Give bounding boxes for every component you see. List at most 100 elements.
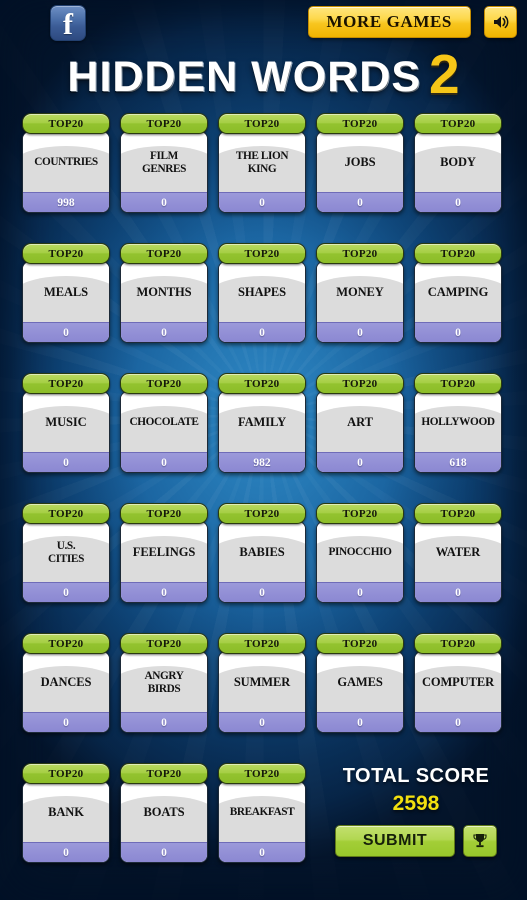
top20-badge[interactable]: TOP20 <box>218 373 306 394</box>
category-card-body[interactable]: BOATS 0 <box>120 781 208 863</box>
top20-badge[interactable]: TOP20 <box>218 243 306 264</box>
category-card[interactable]: TOP20 MEALS 0 <box>22 243 110 373</box>
top20-badge[interactable]: TOP20 <box>316 243 404 264</box>
category-card-body[interactable]: THE LION KING 0 <box>218 131 306 213</box>
top20-badge-label: TOP20 <box>342 637 378 650</box>
top20-badge[interactable]: TOP20 <box>414 243 502 264</box>
category-card[interactable]: TOP20 ANGRY BIRDS 0 <box>120 633 208 763</box>
top20-badge[interactable]: TOP20 <box>22 503 110 524</box>
top20-badge-label: TOP20 <box>244 507 280 520</box>
facebook-button[interactable]: f <box>50 5 86 41</box>
category-card-face: BREAKFAST <box>219 782 305 842</box>
submit-button-label: SUBMIT <box>362 832 428 849</box>
top20-badge[interactable]: TOP20 <box>218 503 306 524</box>
category-card[interactable]: TOP20 DANCES 0 <box>22 633 110 763</box>
category-title: ANGRY BIRDS <box>144 669 184 696</box>
category-card[interactable]: TOP20 CHOCOLATE 0 <box>120 373 208 503</box>
category-card[interactable]: TOP20 ART 0 <box>316 373 404 503</box>
category-card-body[interactable]: JOBS 0 <box>316 131 404 213</box>
category-card-body[interactable]: SHAPES 0 <box>218 261 306 343</box>
category-card-body[interactable]: CHOCOLATE 0 <box>120 391 208 473</box>
top20-badge[interactable]: TOP20 <box>316 373 404 394</box>
top20-badge[interactable]: TOP20 <box>316 633 404 654</box>
category-card[interactable]: TOP20 COMPUTER 0 <box>414 633 502 763</box>
category-card[interactable]: TOP20 MONTHS 0 <box>120 243 208 373</box>
category-card[interactable]: TOP20 MUSIC 0 <box>22 373 110 503</box>
category-card-body[interactable]: SUMMER 0 <box>218 651 306 733</box>
sound-toggle-button[interactable] <box>484 6 517 38</box>
top20-badge-label: TOP20 <box>48 117 84 130</box>
category-card[interactable]: TOP20 U.S. CITIES 0 <box>22 503 110 633</box>
category-card[interactable]: TOP20 COUNTRIES 998 <box>22 113 110 243</box>
top20-badge-label: TOP20 <box>146 377 182 390</box>
top20-badge[interactable]: TOP20 <box>414 633 502 654</box>
category-card-body[interactable]: GAMES 0 <box>316 651 404 733</box>
category-card[interactable]: TOP20 HOLLYWOOD 618 <box>414 373 502 503</box>
leaderboard-button[interactable] <box>463 825 497 857</box>
category-card-body[interactable]: MONEY 0 <box>316 261 404 343</box>
top20-badge[interactable]: TOP20 <box>120 243 208 264</box>
category-score-value: 0 <box>63 456 69 469</box>
category-card[interactable]: TOP20 GAMES 0 <box>316 633 404 763</box>
category-card-body[interactable]: BODY 0 <box>414 131 502 213</box>
category-card[interactable]: TOP20 WATER 0 <box>414 503 502 633</box>
top20-badge[interactable]: TOP20 <box>218 763 306 784</box>
top20-badge[interactable]: TOP20 <box>316 113 404 134</box>
top20-badge[interactable]: TOP20 <box>120 763 208 784</box>
category-card-body[interactable]: PINOCCHIO 0 <box>316 521 404 603</box>
category-card-body[interactable]: BREAKFAST 0 <box>218 781 306 863</box>
category-card[interactable]: TOP20 MONEY 0 <box>316 243 404 373</box>
top20-badge[interactable]: TOP20 <box>22 243 110 264</box>
category-card-body[interactable]: WATER 0 <box>414 521 502 603</box>
category-card-body[interactable]: ANGRY BIRDS 0 <box>120 651 208 733</box>
top20-badge[interactable]: TOP20 <box>120 113 208 134</box>
top20-badge-label: TOP20 <box>244 117 280 130</box>
top20-badge[interactable]: TOP20 <box>22 763 110 784</box>
category-card-body[interactable]: MUSIC 0 <box>22 391 110 473</box>
submit-button[interactable]: SUBMIT <box>335 825 455 857</box>
category-card-body[interactable]: HOLLYWOOD 618 <box>414 391 502 473</box>
category-card-body[interactable]: MEALS 0 <box>22 261 110 343</box>
category-card-body[interactable]: FAMILY 982 <box>218 391 306 473</box>
category-card-body[interactable]: U.S. CITIES 0 <box>22 521 110 603</box>
category-card[interactable]: TOP20 THE LION KING 0 <box>218 113 306 243</box>
top20-badge[interactable]: TOP20 <box>120 633 208 654</box>
top20-badge[interactable]: TOP20 <box>316 503 404 524</box>
category-card-face: SUMMER <box>219 652 305 712</box>
category-card-body[interactable]: MONTHS 0 <box>120 261 208 343</box>
top20-badge[interactable]: TOP20 <box>120 503 208 524</box>
category-card[interactable]: TOP20 FAMILY 982 <box>218 373 306 503</box>
category-card-body[interactable]: BANK 0 <box>22 781 110 863</box>
top20-badge[interactable]: TOP20 <box>218 113 306 134</box>
top20-badge[interactable]: TOP20 <box>120 373 208 394</box>
category-card[interactable]: TOP20 BABIES 0 <box>218 503 306 633</box>
category-card-body[interactable]: COMPUTER 0 <box>414 651 502 733</box>
category-card-body[interactable]: BABIES 0 <box>218 521 306 603</box>
category-card[interactable]: TOP20 SUMMER 0 <box>218 633 306 763</box>
top20-badge[interactable]: TOP20 <box>218 633 306 654</box>
category-card-body[interactable]: COUNTRIES 998 <box>22 131 110 213</box>
category-card[interactable]: TOP20 BANK 0 <box>22 763 110 893</box>
category-card-body[interactable]: FILM GENRES 0 <box>120 131 208 213</box>
more-games-button[interactable]: MORE GAMES <box>307 6 471 38</box>
top20-badge[interactable]: TOP20 <box>22 113 110 134</box>
category-card[interactable]: TOP20 FEELINGS 0 <box>120 503 208 633</box>
category-card[interactable]: TOP20 CAMPING 0 <box>414 243 502 373</box>
top20-badge[interactable]: TOP20 <box>22 373 110 394</box>
category-card-body[interactable]: FEELINGS 0 <box>120 521 208 603</box>
category-card-body[interactable]: CAMPING 0 <box>414 261 502 343</box>
category-card-body[interactable]: ART 0 <box>316 391 404 473</box>
category-card[interactable]: TOP20 BOATS 0 <box>120 763 208 893</box>
category-card-body[interactable]: DANCES 0 <box>22 651 110 733</box>
category-card[interactable]: TOP20 JOBS 0 <box>316 113 404 243</box>
top20-badge[interactable]: TOP20 <box>414 113 502 134</box>
top20-badge[interactable]: TOP20 <box>414 503 502 524</box>
category-card[interactable]: TOP20 BREAKFAST 0 <box>218 763 306 893</box>
category-title: U.S. CITIES <box>48 539 84 566</box>
category-card[interactable]: TOP20 SHAPES 0 <box>218 243 306 373</box>
category-card[interactable]: TOP20 FILM GENRES 0 <box>120 113 208 243</box>
category-card[interactable]: TOP20 PINOCCHIO 0 <box>316 503 404 633</box>
category-card[interactable]: TOP20 BODY 0 <box>414 113 502 243</box>
top20-badge[interactable]: TOP20 <box>414 373 502 394</box>
top20-badge[interactable]: TOP20 <box>22 633 110 654</box>
